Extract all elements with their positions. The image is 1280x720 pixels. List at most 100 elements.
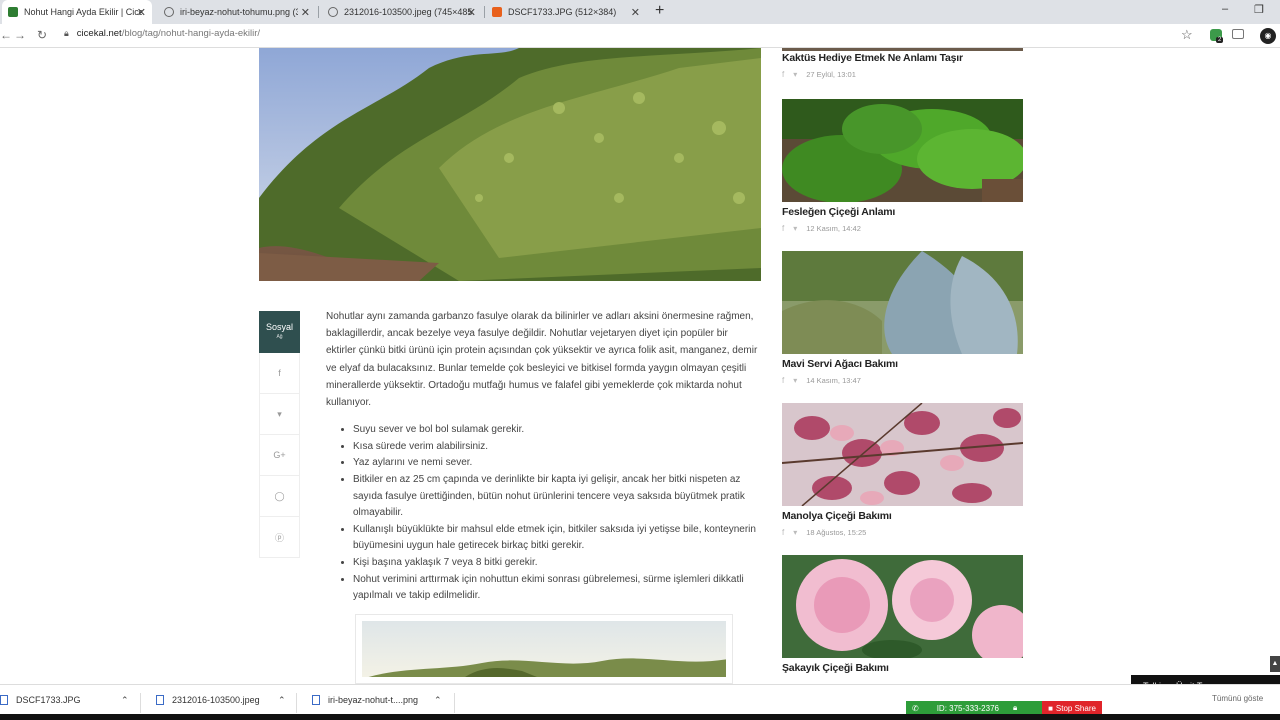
chevron-up-icon[interactable]: ⌃ — [278, 695, 286, 706]
show-all-downloads-link[interactable]: Tümünü göste — [1212, 694, 1263, 703]
sidebar-post[interactable]: Fesleğen Çiçeği Anlamı f ▾ 12 Kasım, 14:… — [782, 99, 1023, 233]
download-item[interactable]: DSCF1733.JPG — [0, 695, 81, 705]
list-item: Bitkiler en az 25 cm çapında ve derinlik… — [353, 472, 758, 522]
download-name: DSCF1733.JPG — [16, 695, 81, 705]
lock-icon: 🔒︎ — [64, 28, 69, 38]
reload-icon[interactable]: ↻ — [37, 28, 47, 42]
post-thumbnail[interactable] — [782, 403, 1023, 506]
list-item: Kullanışlı büyüklükte bir mahsul elde et… — [353, 522, 758, 555]
screen-share-bar: ✆ ID: 375-333-2376 🔒︎ ■ Stop Share — [906, 701, 1102, 715]
download-name: 2312016-103500.jpeg — [172, 695, 260, 705]
divider — [454, 693, 455, 713]
post-title[interactable]: Mavi Servi Ağacı Bakımı — [782, 358, 1023, 370]
divider — [296, 693, 297, 713]
file-icon — [156, 695, 164, 705]
twitter-icon[interactable]: ▾ — [793, 376, 797, 385]
profile-avatar[interactable]: ◉ — [1260, 28, 1276, 44]
tab-divider — [484, 6, 485, 18]
facebook-share-button[interactable]: f — [259, 353, 300, 394]
download-name: iri-beyaz-nohut-t....png — [328, 695, 419, 705]
url-domain: cicekal.net — [76, 28, 122, 39]
lock-icon: 🔒︎ — [1012, 703, 1018, 712]
list-item: Nohut verimini arttırmak için nohuttun e… — [353, 572, 758, 605]
cicekal-favicon-icon — [8, 7, 18, 17]
article-body: Nohutlar aynı zamanda garbanzo fasulye o… — [326, 308, 758, 605]
post-date: 12 Kasım, 14:42 — [806, 224, 861, 233]
stop-share-label: Stop Share — [1055, 703, 1096, 713]
list-item: Yaz aylarını ve nemi sever. — [353, 455, 758, 472]
new-tab-icon[interactable]: + — [655, 2, 664, 20]
facebook-icon[interactable]: f — [782, 70, 784, 79]
post-title[interactable]: Şakayık Çiçeği Bakımı — [782, 662, 1023, 674]
close-icon[interactable]: ✕ — [631, 6, 640, 19]
tab-jpeg[interactable]: 2312016-103500.jpeg (745×485) ✕ — [322, 0, 482, 24]
file-icon — [312, 695, 320, 705]
blogger-favicon-icon — [492, 7, 502, 17]
post-meta: f ▾ 18 Ağustos, 15:25 — [782, 528, 1023, 537]
post-thumbnail[interactable] — [782, 555, 1023, 658]
google-plus-icon: G+ — [273, 450, 286, 460]
sidebar-post[interactable]: Kaktüs Hediye Etmek Ne Anlamı Taşır f ▾ … — [782, 52, 1023, 79]
file-icon — [0, 695, 8, 705]
tab-cicekal[interactable]: Nohut Hangi Ayda Ekilir | Cicekal ✕ — [2, 0, 152, 24]
twitter-icon[interactable]: ▾ — [793, 70, 797, 79]
url-field[interactable]: 🔒︎ cicekal.net/blog/tag/nohut-hangi-ayda… — [64, 28, 260, 39]
sidebar-post[interactable]: Manolya Çiçeği Bakımı f ▾ 18 Ağustos, 15… — [782, 403, 1023, 537]
facebook-icon[interactable]: f — [782, 224, 784, 233]
back-icon[interactable]: ← — [0, 28, 12, 42]
url-path: /blog/tag/nohut-hangi-ayda-ekilir/ — [121, 28, 261, 39]
pinterest-share-button[interactable]: ⓟ — [259, 517, 300, 558]
cast-icon[interactable] — [1232, 29, 1244, 39]
tab-divider — [318, 6, 319, 18]
whatsapp-share-button[interactable]: ◯ — [259, 476, 300, 517]
tab-nohut-png[interactable]: iri-beyaz-nohut-tohumu.png (30 ✕ — [158, 0, 316, 24]
globe-icon — [328, 7, 338, 17]
chevron-up-icon[interactable]: ⌃ — [121, 695, 129, 706]
forward-icon[interactable]: → — [14, 28, 26, 42]
download-item[interactable]: iri-beyaz-nohut-t....png — [312, 695, 418, 705]
stop-share-button[interactable]: ■ Stop Share — [1042, 701, 1102, 715]
whatsapp-icon: ◯ — [274, 490, 285, 501]
share-subtitle: Ağ — [276, 334, 283, 340]
tab-title: iri-beyaz-nohut-tohumu.png (30 — [180, 7, 298, 17]
minimize-icon[interactable]: – — [1222, 3, 1228, 15]
twitter-icon[interactable]: ▾ — [793, 528, 797, 537]
stop-icon: ■ — [1048, 703, 1053, 713]
close-icon[interactable]: ✕ — [301, 6, 310, 19]
article-paragraph: Nohutlar aynı zamanda garbanzo fasulye o… — [326, 311, 758, 409]
download-item[interactable]: 2312016-103500.jpeg — [156, 695, 260, 705]
sidebar-post[interactable]: Mavi Servi Ağacı Bakımı f ▾ 14 Kasım, 13… — [782, 251, 1023, 385]
address-bar: ← → ↻ 🔒︎ cicekal.net/blog/tag/nohut-hang… — [0, 24, 1280, 48]
close-icon[interactable]: ✕ — [467, 6, 476, 19]
chevron-up-icon[interactable]: ⌃ — [434, 695, 442, 706]
pinterest-icon: ⓟ — [274, 532, 284, 543]
tab-title: DSCF1733.JPG (512×384) — [508, 7, 617, 17]
restore-icon[interactable]: ❐ — [1254, 3, 1264, 16]
sidebar-post[interactable]: Şakayık Çiçeği Bakımı — [782, 555, 1023, 674]
hero-image — [259, 48, 761, 281]
post-date: 27 Eylül, 13:01 — [806, 70, 856, 79]
tab-dscf[interactable]: DSCF1733.JPG (512×384) ✕ — [486, 0, 646, 24]
close-icon[interactable]: ✕ — [137, 6, 146, 19]
scroll-to-top-button[interactable]: ▲ — [1270, 656, 1280, 672]
share-title: Sosyal — [265, 322, 293, 332]
google-plus-share-button[interactable]: G+ — [259, 435, 300, 476]
post-title[interactable]: Kaktüs Hediye Etmek Ne Anlamı Taşır — [782, 52, 1023, 64]
phone-icon: ✆ — [912, 703, 919, 713]
facebook-icon[interactable]: f — [782, 376, 784, 385]
twitter-icon[interactable]: ▾ — [793, 224, 797, 233]
post-title[interactable]: Fesleğen Çiçeği Anlamı — [782, 206, 1023, 218]
post-thumbnail[interactable] — [782, 251, 1023, 354]
post-meta: f ▾ 12 Kasım, 14:42 — [782, 224, 1023, 233]
article-image — [355, 614, 733, 684]
tab-title: Nohut Hangi Ayda Ekilir | Cicekal — [24, 7, 142, 17]
list-item: Suyu sever ve bol bol sulamak gerekir. — [353, 422, 758, 439]
post-date: 18 Ağustos, 15:25 — [806, 528, 867, 537]
bookmark-star-icon[interactable]: ☆ — [1181, 27, 1193, 43]
post-title[interactable]: Manolya Çiçeği Bakımı — [782, 510, 1023, 522]
list-item: Kısa sürede verim alabilirsiniz. — [353, 439, 758, 456]
post-thumbnail[interactable] — [782, 99, 1023, 202]
facebook-icon[interactable]: f — [782, 528, 784, 537]
twitter-share-button[interactable]: ▾ — [259, 394, 300, 435]
twitter-icon: ▾ — [277, 408, 282, 419]
